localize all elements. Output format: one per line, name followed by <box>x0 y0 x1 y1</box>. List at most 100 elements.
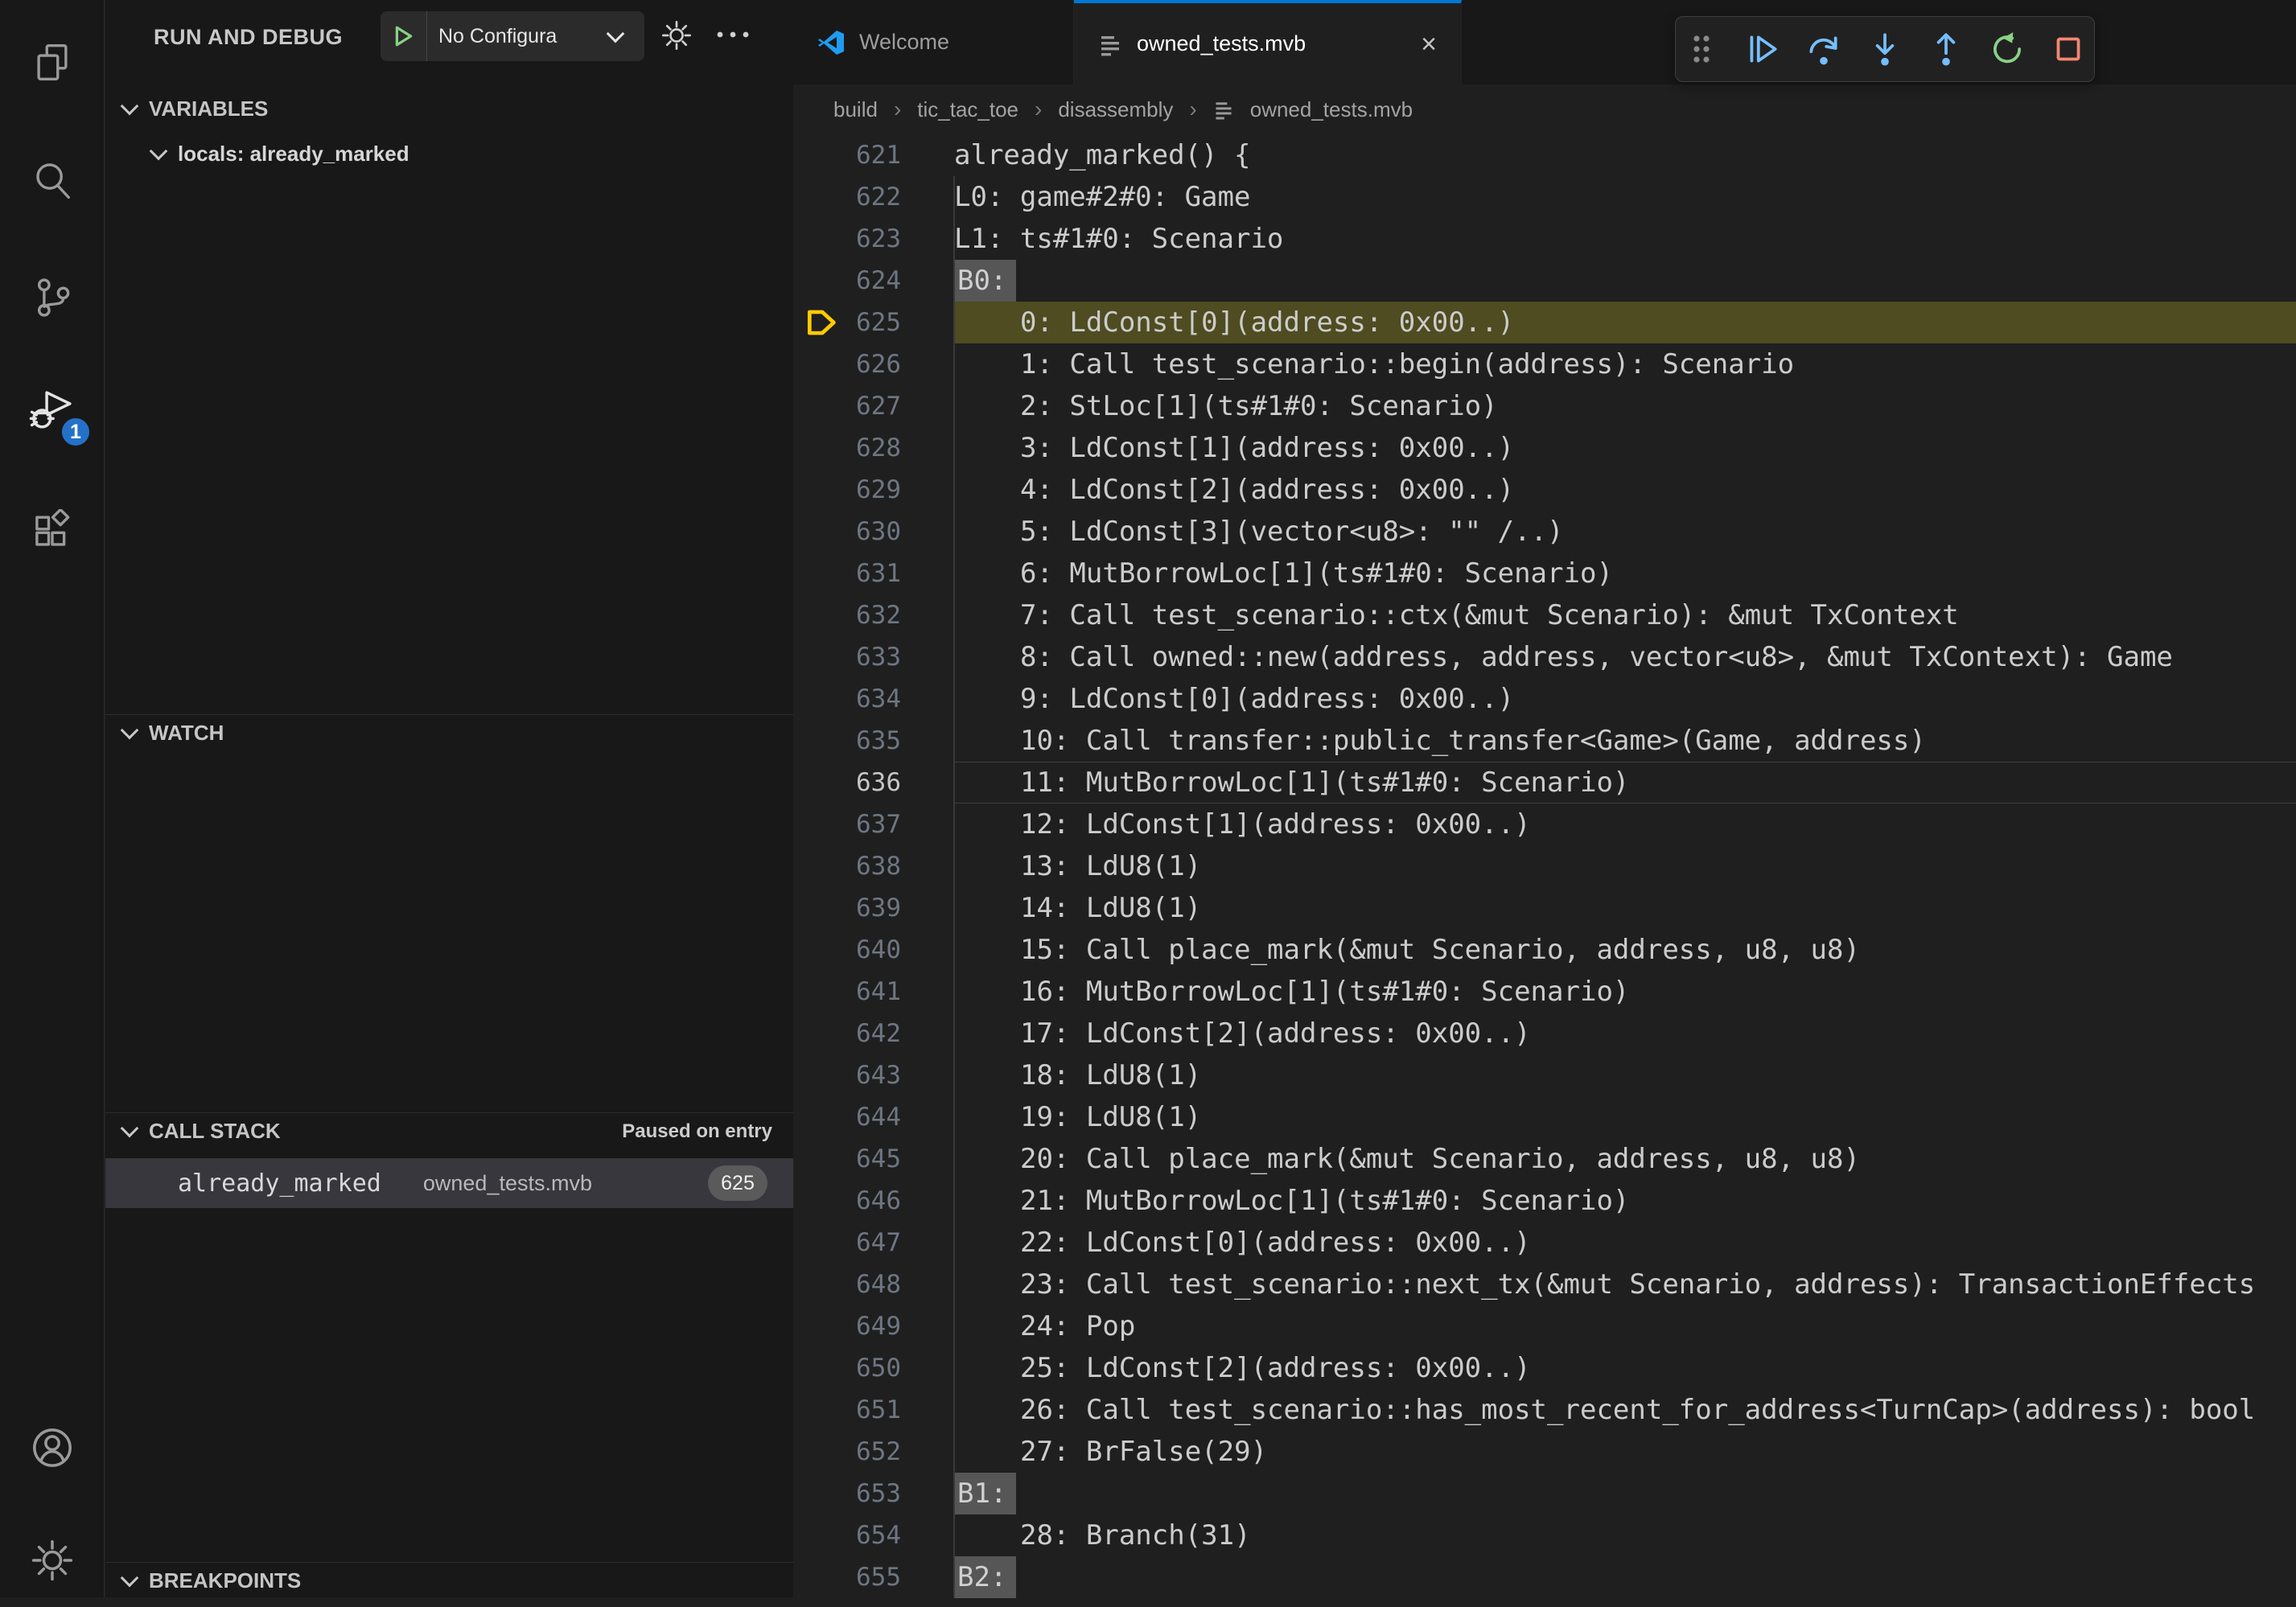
code-line-643[interactable]: 64318: LdU8(1) <box>793 1054 2296 1096</box>
code-line-634[interactable]: 6349: LdConst[0](address: 0x00..) <box>793 678 2296 720</box>
code-line-655[interactable]: 655B2: <box>793 1556 2296 1598</box>
code-line-632[interactable]: 6327: Call test_scenario::ctx(&mut Scena… <box>793 594 2296 636</box>
code-line-647[interactable]: 64722: LdConst[0](address: 0x00..) <box>793 1222 2296 1264</box>
line-number[interactable]: 652 <box>793 1431 954 1473</box>
code-line-630[interactable]: 6305: LdConst[3](vector<u8>: "" /..) <box>793 511 2296 553</box>
code-line-650[interactable]: 65025: LdConst[2](address: 0x00..) <box>793 1347 2296 1389</box>
code-line-648[interactable]: 64823: Call test_scenario::next_tx(&mut … <box>793 1264 2296 1305</box>
line-number[interactable]: 632 <box>793 594 954 636</box>
search-icon[interactable] <box>0 134 104 227</box>
line-number[interactable]: 650 <box>793 1347 954 1389</box>
line-number[interactable]: 645 <box>793 1138 954 1180</box>
code-line-622[interactable]: 622L0: game#2#0: Game <box>793 176 2296 218</box>
line-number[interactable]: 649 <box>793 1305 954 1347</box>
line-number[interactable]: 642 <box>793 1013 954 1054</box>
line-number[interactable]: 636 <box>793 762 954 804</box>
start-debug-icon[interactable] <box>381 11 427 61</box>
line-number[interactable]: 628 <box>793 427 954 469</box>
line-number[interactable]: 655 <box>793 1556 954 1598</box>
breadcrumb-item[interactable]: owned_tests.mvb <box>1250 97 1413 122</box>
line-number[interactable]: 637 <box>793 804 954 845</box>
step-into-icon[interactable] <box>1866 31 1903 68</box>
line-number[interactable]: 633 <box>793 636 954 678</box>
breadcrumb-item[interactable]: disassembly <box>1058 97 1173 122</box>
watch-section-header[interactable]: WATCH <box>105 714 793 751</box>
run-and-debug-icon[interactable]: 1 <box>0 364 104 457</box>
line-number[interactable]: 621 <box>793 134 954 176</box>
code-line-621[interactable]: 621already_marked() { <box>793 134 2296 176</box>
explorer-icon[interactable] <box>0 16 104 109</box>
call-stack-section-header[interactable]: CALL STACK Paused on entry <box>105 1112 793 1149</box>
code-line-641[interactable]: 64116: MutBorrowLoc[1](ts#1#0: Scenario) <box>793 971 2296 1013</box>
debug-configuration-picker[interactable]: No Configura <box>381 11 644 61</box>
step-over-icon[interactable] <box>1805 31 1842 68</box>
line-number[interactable]: 635 <box>793 720 954 762</box>
code-line-633[interactable]: 6338: Call owned::new(address, address, … <box>793 636 2296 678</box>
line-number[interactable]: 643 <box>793 1054 954 1096</box>
code-line-654[interactable]: 65428: Branch(31) <box>793 1515 2296 1556</box>
line-number[interactable]: 653 <box>793 1473 954 1515</box>
line-number[interactable]: 626 <box>793 343 954 385</box>
more-actions-icon[interactable] <box>715 29 751 44</box>
code-line-639[interactable]: 63914: LdU8(1) <box>793 887 2296 929</box>
tab-welcome[interactable]: Welcome <box>793 0 1074 84</box>
breakpoints-section-header[interactable]: BREAKPOINTS <box>105 1562 793 1599</box>
line-number[interactable]: 644 <box>793 1096 954 1138</box>
line-number[interactable]: 631 <box>793 553 954 594</box>
debug-settings-gear-icon[interactable] <box>660 19 693 55</box>
line-number[interactable]: 654 <box>793 1515 954 1556</box>
restart-icon[interactable] <box>1989 31 2026 68</box>
line-number[interactable]: 634 <box>793 678 954 720</box>
account-icon[interactable] <box>0 1401 104 1494</box>
code-line-652[interactable]: 65227: BrFalse(29) <box>793 1431 2296 1473</box>
code-line-635[interactable]: 63510: Call transfer::public_transfer<Ga… <box>793 720 2296 762</box>
code-line-628[interactable]: 6283: LdConst[1](address: 0x00..) <box>793 427 2296 469</box>
line-number[interactable]: 651 <box>793 1389 954 1431</box>
code-line-651[interactable]: 65126: Call test_scenario::has_most_rece… <box>793 1389 2296 1431</box>
source-control-icon[interactable] <box>0 251 104 344</box>
line-number[interactable]: 648 <box>793 1264 954 1305</box>
code-line-642[interactable]: 64217: LdConst[2](address: 0x00..) <box>793 1013 2296 1054</box>
line-number[interactable]: 638 <box>793 845 954 887</box>
line-number[interactable]: 646 <box>793 1180 954 1222</box>
breadcrumb-item[interactable]: build <box>833 97 878 122</box>
code-line-644[interactable]: 64419: LdU8(1) <box>793 1096 2296 1138</box>
call-stack-frame[interactable]: already_marked owned_tests.mvb 625 <box>105 1158 793 1208</box>
variables-section-header[interactable]: VARIABLES <box>105 90 793 127</box>
code-line-623[interactable]: 623L1: ts#1#0: Scenario <box>793 218 2296 260</box>
breadcrumb-item[interactable]: tic_tac_toe <box>917 97 1018 122</box>
code-line-624[interactable]: 624B0: <box>793 260 2296 302</box>
line-number[interactable]: 629 <box>793 469 954 511</box>
stop-icon[interactable] <box>2050 31 2087 68</box>
code-line-625[interactable]: 6250: LdConst[0](address: 0x00..) <box>793 302 2296 343</box>
code-line-627[interactable]: 6272: StLoc[1](ts#1#0: Scenario) <box>793 385 2296 427</box>
line-number[interactable]: 624 <box>793 260 954 302</box>
line-number[interactable]: 622 <box>793 176 954 218</box>
code-line-638[interactable]: 63813: LdU8(1) <box>793 845 2296 887</box>
code-line-636[interactable]: 63611: MutBorrowLoc[1](ts#1#0: Scenario) <box>793 762 2296 804</box>
code-line-640[interactable]: 64015: Call place_mark(&mut Scenario, ad… <box>793 929 2296 971</box>
drag-handle-icon[interactable] <box>1683 31 1720 68</box>
line-number[interactable]: 623 <box>793 218 954 260</box>
code-line-645[interactable]: 64520: Call place_mark(&mut Scenario, ad… <box>793 1138 2296 1180</box>
extensions-icon[interactable] <box>0 484 104 577</box>
line-number[interactable]: 630 <box>793 511 954 553</box>
code-line-637[interactable]: 63712: LdConst[1](address: 0x00..) <box>793 804 2296 845</box>
code-line-626[interactable]: 6261: Call test_scenario::begin(address)… <box>793 343 2296 385</box>
code-line-631[interactable]: 6316: MutBorrowLoc[1](ts#1#0: Scenario) <box>793 553 2296 594</box>
code-line-649[interactable]: 64924: Pop <box>793 1305 2296 1347</box>
line-number[interactable]: 640 <box>793 929 954 971</box>
continue-icon[interactable] <box>1744 31 1781 68</box>
code-line-629[interactable]: 6294: LdConst[2](address: 0x00..) <box>793 469 2296 511</box>
settings-gear-icon[interactable] <box>0 1514 104 1607</box>
variables-locals-item[interactable]: locals: already_marked <box>152 142 409 166</box>
line-number[interactable]: 627 <box>793 385 954 427</box>
line-number[interactable]: 647 <box>793 1222 954 1264</box>
line-number[interactable]: 625 <box>793 302 954 343</box>
line-number[interactable]: 641 <box>793 971 954 1013</box>
close-icon[interactable]: × <box>1421 31 1437 58</box>
line-number[interactable]: 639 <box>793 887 954 929</box>
tab-owned-tests[interactable]: owned_tests.mvb × <box>1074 0 1462 84</box>
step-out-icon[interactable] <box>1928 31 1965 68</box>
code-line-653[interactable]: 653B1: <box>793 1473 2296 1515</box>
